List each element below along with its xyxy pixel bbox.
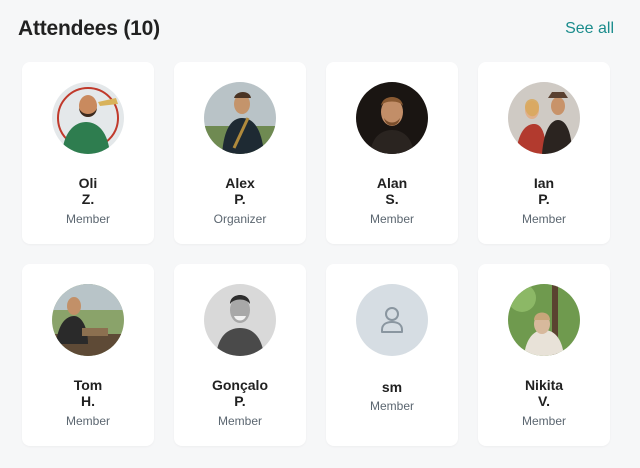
attendee-card[interactable]: Gonçalo P. Member — [174, 264, 306, 446]
see-all-link[interactable]: See all — [565, 20, 614, 38]
avatar — [52, 284, 124, 356]
avatar-photo-icon — [204, 284, 276, 356]
attendee-name: Nikita V. — [525, 377, 563, 409]
avatar-photo-icon — [52, 284, 124, 356]
attendee-last-name: S. — [385, 191, 399, 207]
attendee-first-name: Nikita — [524, 377, 564, 393]
attendees-header: Attendees (10) See all — [18, 14, 614, 44]
avatar — [204, 284, 276, 356]
avatar — [204, 82, 276, 154]
attendee-name: sm — [382, 379, 402, 395]
attendees-title: Attendees (10) — [18, 17, 160, 40]
avatar-photo-icon — [356, 82, 428, 154]
attendee-name: Alex P. — [225, 175, 255, 207]
attendee-role: Member — [65, 414, 110, 428]
avatar — [356, 82, 428, 154]
attendee-name: Tom H. — [74, 377, 103, 409]
attendee-card[interactable]: Alex P. Organizer — [174, 62, 306, 244]
attendee-role: Member — [521, 212, 566, 226]
attendee-card[interactable]: Alan S. Member — [326, 62, 458, 244]
attendee-first-name: Gonçalo — [211, 377, 268, 393]
attendee-name: Alan S. — [377, 175, 407, 207]
attendee-last-name: V. — [538, 393, 550, 409]
attendee-first-name: Alan — [376, 175, 408, 191]
attendee-name: Ian P. — [534, 175, 554, 207]
avatar — [356, 284, 428, 356]
attendee-last-name: Z. — [81, 191, 95, 207]
avatar — [508, 284, 580, 356]
attendee-last-name: P. — [234, 191, 246, 207]
attendee-first-name: Tom — [73, 377, 103, 393]
attendee-name: Gonçalo P. — [212, 377, 268, 409]
attendee-role: Organizer — [213, 212, 267, 226]
attendee-role: Member — [369, 212, 414, 226]
attendee-card[interactable]: sm Member — [326, 264, 458, 446]
avatar-photo-icon — [508, 82, 580, 154]
attendee-first-name: Oli — [78, 175, 98, 191]
attendee-card[interactable]: Tom H. Member — [22, 264, 154, 446]
avatar-photo-icon — [508, 284, 580, 356]
avatar — [52, 82, 124, 154]
attendee-name: Oli Z. — [79, 175, 98, 207]
attendee-role: Member — [521, 414, 566, 428]
attendee-first-name: Alex — [225, 175, 255, 191]
attendee-first-name: Ian — [533, 175, 555, 191]
attendee-last-name: H. — [80, 393, 95, 409]
attendee-card[interactable]: Ian P. Member — [478, 62, 610, 244]
attendee-last-name: P. — [234, 393, 246, 409]
avatar — [508, 82, 580, 154]
avatar-photo-icon — [204, 82, 276, 154]
default-person-icon — [356, 284, 428, 356]
attendee-role: Member — [65, 212, 110, 226]
attendee-card[interactable]: Nikita V. Member — [478, 264, 610, 446]
avatar-photo-icon — [52, 82, 124, 154]
attendee-last-name: P. — [538, 191, 550, 207]
attendee-role: Member — [369, 399, 414, 413]
attendee-role: Member — [217, 414, 262, 428]
attendee-first-name: sm — [381, 379, 403, 395]
attendee-card[interactable]: Oli Z. Member — [22, 62, 154, 244]
